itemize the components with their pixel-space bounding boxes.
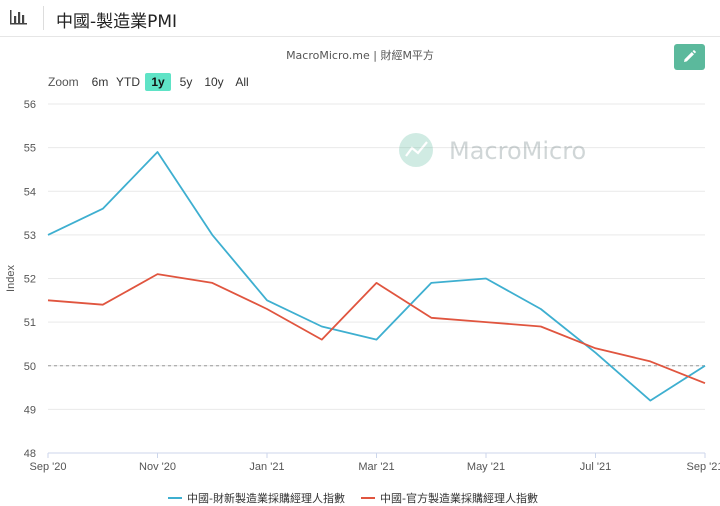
y-tick-label: 56 xyxy=(24,99,36,111)
chart-header: 中國-製造業PMI xyxy=(0,0,720,37)
zoom-10y-button[interactable]: 10y xyxy=(202,73,226,91)
y-tick-label: 55 xyxy=(24,143,36,155)
x-tick-label: Jul '21 xyxy=(580,461,611,473)
legend-label-caixin: 中國-財新製造業採購經理人指數 xyxy=(187,492,345,505)
legend-swatch-caixin xyxy=(168,497,182,499)
legend-label-official: 中國-官方製造業採購經理人指數 xyxy=(380,492,538,505)
zoom-5y-button[interactable]: 5y xyxy=(177,73,195,91)
legend-item-caixin[interactable]: 中國-財新製造業採購經理人指數 xyxy=(168,490,345,505)
edit-button[interactable] xyxy=(674,44,705,70)
pencil-icon xyxy=(684,50,696,62)
y-tick-label: 48 xyxy=(24,448,36,460)
x-tick-label: Jan '21 xyxy=(249,461,284,473)
y-tick-label: 52 xyxy=(24,274,36,286)
header-divider xyxy=(43,6,44,30)
y-tick-label: 54 xyxy=(24,186,36,198)
series-line-0[interactable] xyxy=(47,151,706,402)
legend-swatch-official xyxy=(361,497,375,499)
zoom-label: Zoom xyxy=(48,75,79,89)
watermark-text: MacroMicro xyxy=(449,137,586,165)
y-axis-label: Index xyxy=(5,265,17,292)
y-tick-label: 49 xyxy=(24,404,36,416)
bar-chart-icon[interactable] xyxy=(9,9,29,25)
chart-axes: 484950515253545556Sep '20 Nov '20 Jan '21 M… xyxy=(5,99,720,473)
legend-item-official[interactable]: 中國-官方製造業採購經理人指數 xyxy=(361,490,538,505)
y-tick-label: 50 xyxy=(24,361,36,373)
zoom-all-button[interactable]: All xyxy=(233,73,251,91)
zoom-1y-button[interactable]: 1y xyxy=(145,73,171,91)
y-tick-label: 53 xyxy=(24,230,36,242)
pmi-line-chart: MacroMicro 48 49 50 51 52 53 54 55 56 Sep '20 Nov … xyxy=(5,99,720,473)
y-tick-label: 51 xyxy=(24,317,36,329)
x-tick-label: May '21 xyxy=(467,461,505,473)
zoom-6m-button[interactable]: 6m xyxy=(90,73,110,91)
series-line-1[interactable] xyxy=(47,273,706,385)
chart-grid xyxy=(48,103,705,410)
x-tick-label: Mar '21 xyxy=(358,461,394,473)
x-tick-label: Sep '20 xyxy=(30,461,67,473)
x-tick-label: Nov '20 xyxy=(139,461,176,473)
zoom-ytd-button[interactable]: YTD xyxy=(116,73,140,91)
x-tick-label: Sep '21 xyxy=(687,461,720,473)
chart-source: MacroMicro.me | 財經M平方 xyxy=(286,49,434,62)
chart-legend: 中國-財新製造業採購經理人指數 中國-官方製造業採購經理人指數 xyxy=(0,488,720,505)
page-title: 中國-製造業PMI xyxy=(56,12,178,32)
watermark: MacroMicro xyxy=(399,133,586,167)
